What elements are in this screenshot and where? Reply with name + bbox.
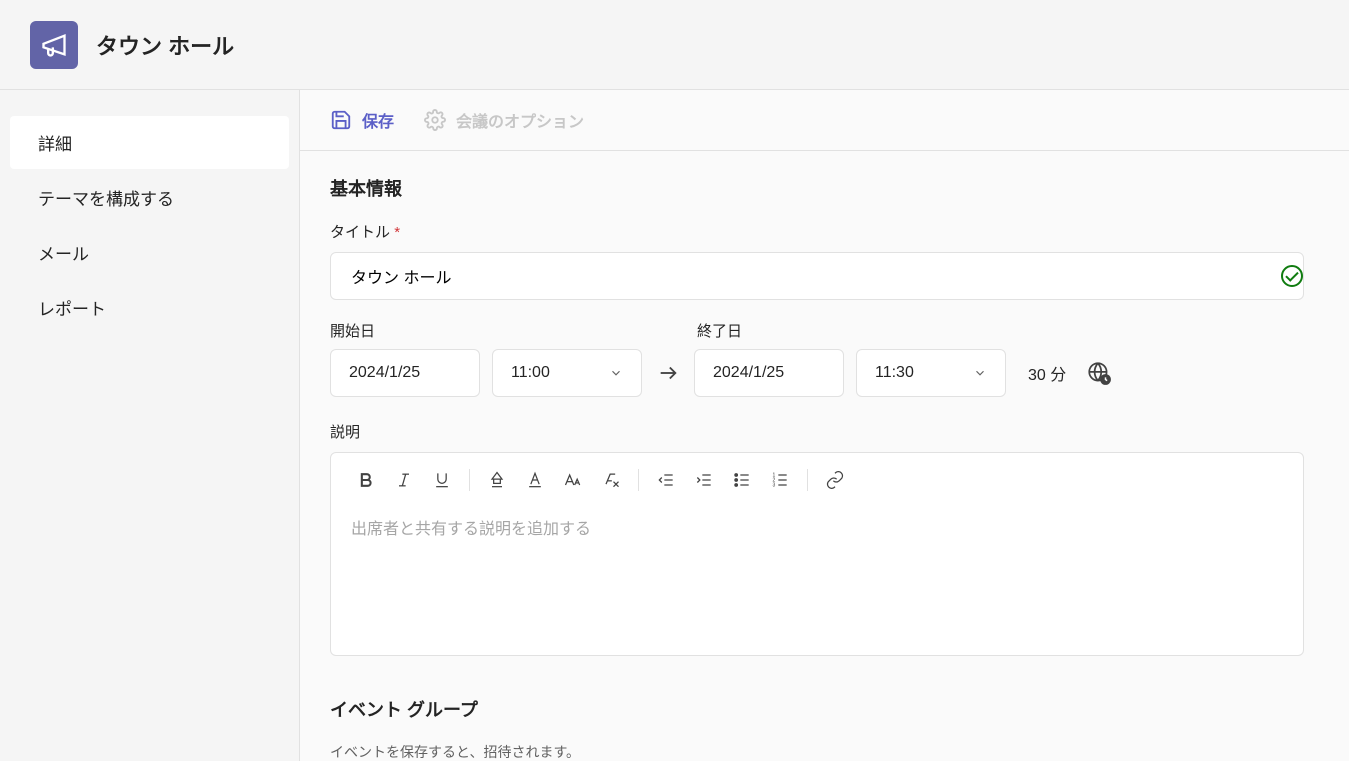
title-label: タイトル * [330, 221, 1319, 242]
megaphone-icon [30, 21, 78, 69]
meeting-options-button: 会議のオプション [424, 108, 584, 132]
description-textarea[interactable]: 出席者と共有する説明を追加する [331, 507, 1303, 627]
bold-button[interactable] [349, 465, 383, 495]
title-input[interactable] [330, 252, 1304, 300]
separator [469, 469, 470, 491]
start-date-label: 開始日 [330, 320, 663, 341]
indent-button[interactable] [687, 465, 721, 495]
meeting-options-label: 会議のオプション [456, 108, 584, 132]
highlight-button[interactable] [480, 465, 514, 495]
start-date-input[interactable]: 2024/1/25 [330, 349, 480, 397]
sidebar-item-label: 詳細 [38, 135, 72, 154]
chevron-down-icon [609, 366, 623, 380]
sidebar-item-mail[interactable]: メール [10, 226, 289, 279]
separator [638, 469, 639, 491]
svg-text:3: 3 [773, 483, 776, 489]
sidebar-item-label: テーマを構成する [38, 190, 174, 209]
globe-clock-icon[interactable] [1086, 360, 1112, 386]
underline-button[interactable] [425, 465, 459, 495]
save-button[interactable]: 保存 [330, 108, 394, 132]
sidebar-item-label: レポート [38, 300, 106, 319]
event-group-heading: イベント グループ [330, 696, 1319, 722]
app-header: タウン ホール [0, 0, 1349, 90]
event-group-description: イベントを保存すると、招待されます。 [330, 742, 1319, 761]
sidebar-item-details[interactable]: 詳細 [10, 116, 289, 169]
start-time-select[interactable]: 11:00 [492, 349, 642, 397]
description-label: 説明 [330, 421, 1319, 442]
main-content: 保存 会議のオプション 基本情報 タイトル * 開始日 [300, 90, 1349, 761]
font-color-button[interactable] [518, 465, 552, 495]
clear-format-button[interactable] [594, 465, 628, 495]
editor-toolbar: 123 [331, 453, 1303, 507]
page-title: タウン ホール [96, 29, 234, 61]
sidebar-item-report[interactable]: レポート [10, 281, 289, 334]
description-editor: 123 出席者と共有する説明を追加する [330, 452, 1304, 656]
duration-text: 30 分 [1028, 361, 1066, 385]
link-button[interactable] [818, 465, 852, 495]
italic-button[interactable] [387, 465, 421, 495]
sidebar-item-label: メール [38, 245, 89, 264]
chevron-down-icon [973, 366, 987, 380]
check-circle-icon [1281, 265, 1303, 287]
end-date-label: 終了日 [697, 320, 1030, 341]
numbered-list-button[interactable]: 123 [763, 465, 797, 495]
end-time-select[interactable]: 11:30 [856, 349, 1006, 397]
arrow-right-icon [656, 361, 680, 385]
required-indicator: * [394, 224, 400, 241]
sidebar-item-theme[interactable]: テーマを構成する [10, 171, 289, 224]
end-date-input[interactable]: 2024/1/25 [694, 349, 844, 397]
basic-info-heading: 基本情報 [330, 175, 1319, 201]
separator [807, 469, 808, 491]
sidebar: 詳細 テーマを構成する メール レポート [0, 90, 300, 761]
font-size-button[interactable] [556, 465, 590, 495]
save-button-label: 保存 [362, 108, 394, 132]
bullet-list-button[interactable] [725, 465, 759, 495]
outdent-button[interactable] [649, 465, 683, 495]
toolbar: 保存 会議のオプション [300, 90, 1349, 151]
